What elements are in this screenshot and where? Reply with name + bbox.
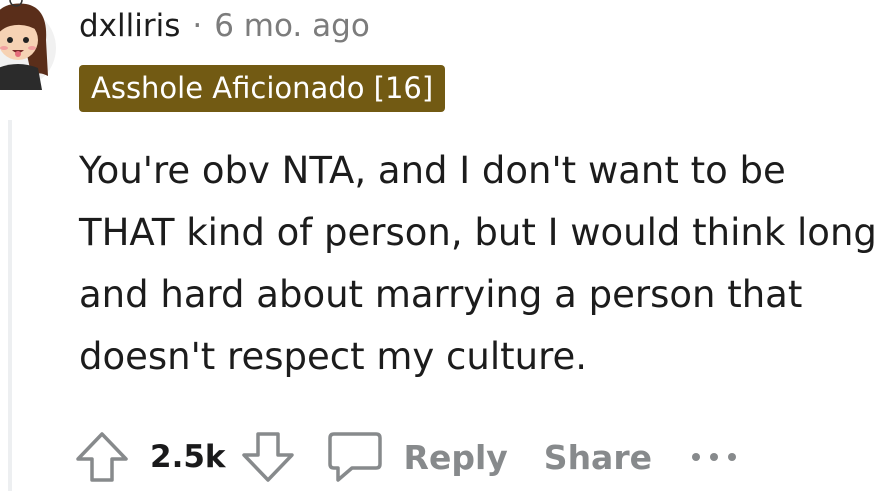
- downvote-icon[interactable]: [240, 429, 296, 485]
- comment-body: You're obv NTA, and I don't want to be T…: [79, 149, 877, 378]
- thread-line[interactable]: [8, 120, 12, 491]
- comment-icon[interactable]: [326, 430, 384, 484]
- comment-header: dxlliris · 6 mo. ago: [79, 6, 370, 46]
- meta-separator: ·: [192, 8, 203, 44]
- avatar[interactable]: [0, 0, 58, 98]
- share-button[interactable]: Share: [544, 438, 652, 477]
- username[interactable]: dxlliris: [79, 6, 180, 46]
- comment-actions: 2.5k Reply Share: [74, 425, 738, 489]
- more-options-icon[interactable]: [690, 450, 738, 464]
- reply-button[interactable]: Reply: [404, 438, 508, 477]
- timestamp[interactable]: 6 mo. ago: [214, 6, 370, 46]
- upvote-icon[interactable]: [74, 429, 130, 485]
- vote-score: 2.5k: [150, 439, 226, 475]
- user-flair: Asshole Aficionado [16]: [79, 65, 446, 112]
